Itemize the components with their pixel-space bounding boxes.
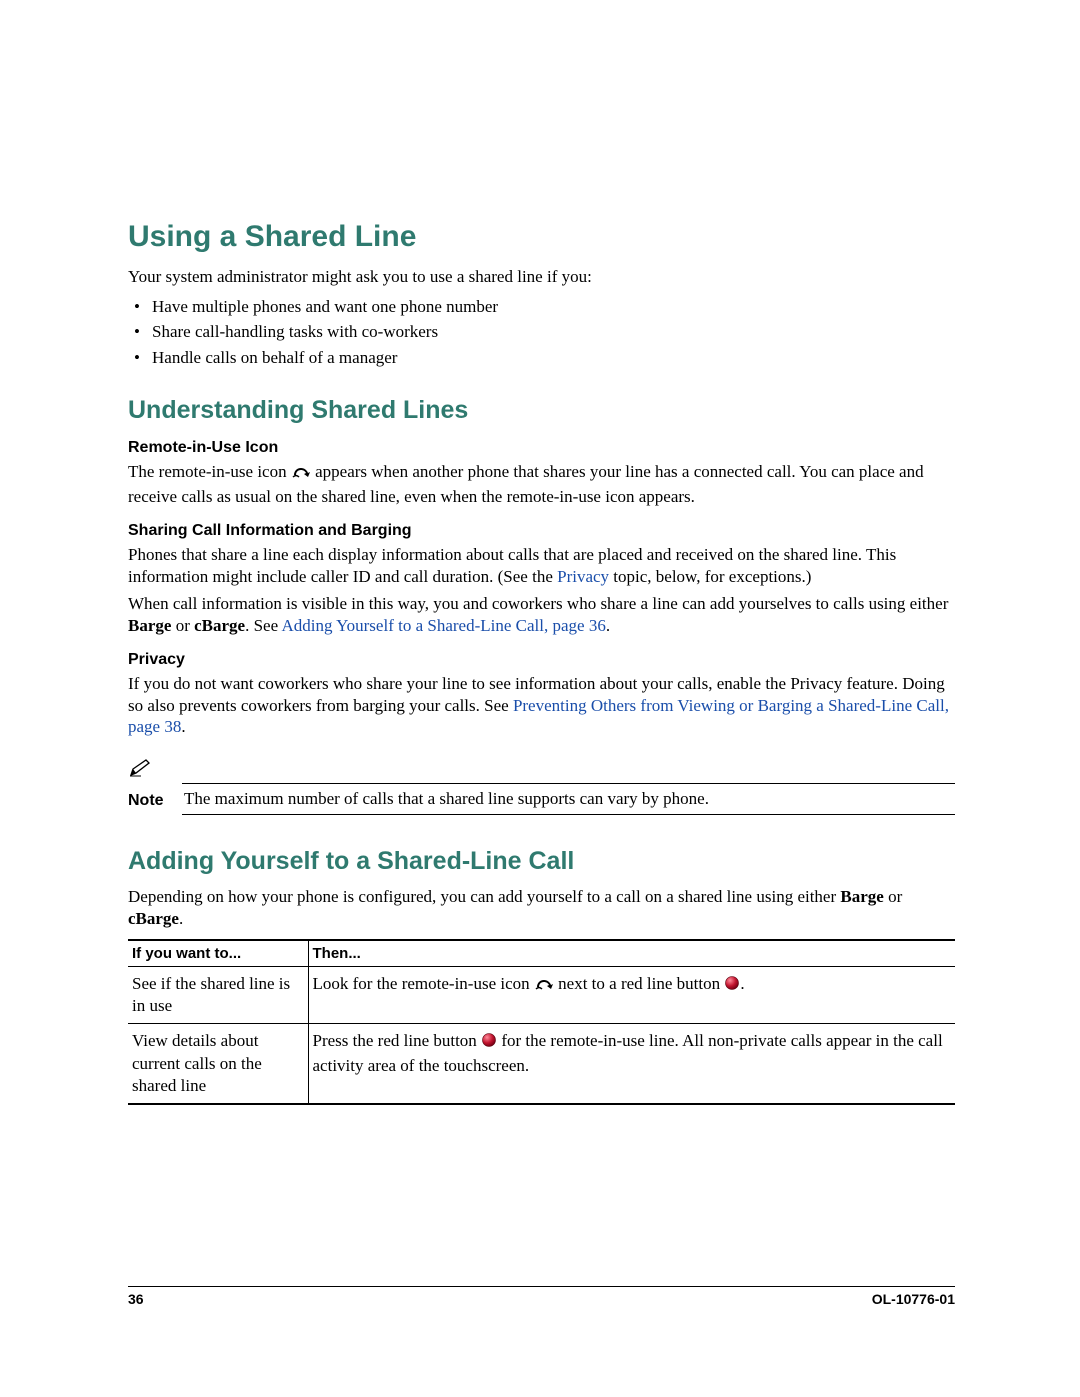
text-fragment: Look for the remote-in-use icon <box>313 974 534 993</box>
table-cell: See if the shared line is in use <box>128 967 308 1024</box>
text-fragment: . <box>740 974 744 993</box>
remote-in-use-paragraph: The remote-in-use icon appears when anot… <box>128 461 955 508</box>
text-fragment: next to a red line button <box>558 974 724 993</box>
subheading-sharing-call-info: Sharing Call Information and Barging <box>128 522 955 540</box>
text-fragment: or <box>171 616 194 635</box>
text-fragment: topic, below, for exceptions.) <box>609 567 811 586</box>
text-fragment: . See <box>245 616 281 635</box>
note-pencil-icon <box>128 765 154 782</box>
remote-in-use-icon <box>534 976 554 998</box>
note-label: Note <box>128 792 168 810</box>
adding-yourself-link[interactable]: Adding Yourself to a Shared-Line Call, p… <box>281 616 605 635</box>
note-text: The maximum number of calls that a share… <box>184 788 955 810</box>
bullet-item: Have multiple phones and want one phone … <box>152 294 955 320</box>
table-header-if: If you want to... <box>128 940 308 967</box>
cbarge-bold: cBarge <box>194 616 245 635</box>
heading-understanding-shared-lines: Understanding Shared Lines <box>128 396 955 425</box>
red-line-button-icon <box>724 975 740 997</box>
heading-using-shared-line: Using a Shared Line <box>128 220 955 254</box>
table-row: See if the shared line is in use Look fo… <box>128 967 955 1024</box>
privacy-link[interactable]: Privacy <box>557 567 609 586</box>
remote-in-use-icon <box>291 464 311 486</box>
sharing-paragraph-2: When call information is visible in this… <box>128 593 955 637</box>
text-fragment: . <box>606 616 610 635</box>
page-number: 36 <box>128 1291 144 1307</box>
heading-adding-yourself: Adding Yourself to a Shared-Line Call <box>128 847 955 876</box>
table-cell: View details about current calls on the … <box>128 1024 308 1104</box>
note-block: Note The maximum number of calls that a … <box>128 758 955 815</box>
privacy-paragraph: If you do not want coworkers who share y… <box>128 673 955 738</box>
intro-bullets: Have multiple phones and want one phone … <box>128 294 955 371</box>
bullet-item: Handle calls on behalf of a manager <box>152 345 955 371</box>
subheading-privacy: Privacy <box>128 651 955 669</box>
barge-bold: Barge <box>128 616 171 635</box>
barge-bold: Barge <box>840 887 883 906</box>
sharing-paragraph-1: Phones that share a line each display in… <box>128 544 955 588</box>
adding-intro: Depending on how your phone is configure… <box>128 886 955 930</box>
red-line-button-icon <box>481 1032 497 1054</box>
page-footer: 36 OL-10776-01 <box>128 1286 955 1307</box>
instructions-table: If you want to... Then... See if the sha… <box>128 939 955 1104</box>
intro-text: Your system administrator might ask you … <box>128 266 955 288</box>
cbarge-bold: cBarge <box>128 909 179 928</box>
table-header-then: Then... <box>308 940 955 967</box>
bullet-item: Share call-handling tasks with co-worker… <box>152 319 955 345</box>
text-fragment: . <box>179 909 183 928</box>
subheading-remote-in-use-icon: Remote-in-Use Icon <box>128 439 955 457</box>
table-cell: Press the red line button for the remote… <box>308 1024 955 1104</box>
table-row: View details about current calls on the … <box>128 1024 955 1104</box>
table-cell: Look for the remote-in-use icon next to … <box>308 967 955 1024</box>
doc-id: OL-10776-01 <box>872 1291 955 1307</box>
text-fragment: The remote-in-use icon <box>128 462 291 481</box>
text-fragment: or <box>884 887 902 906</box>
text-fragment: . <box>181 717 185 736</box>
text-fragment: When call information is visible in this… <box>128 594 948 613</box>
text-fragment: Press the red line button <box>313 1031 482 1050</box>
text-fragment: Depending on how your phone is configure… <box>128 887 840 906</box>
